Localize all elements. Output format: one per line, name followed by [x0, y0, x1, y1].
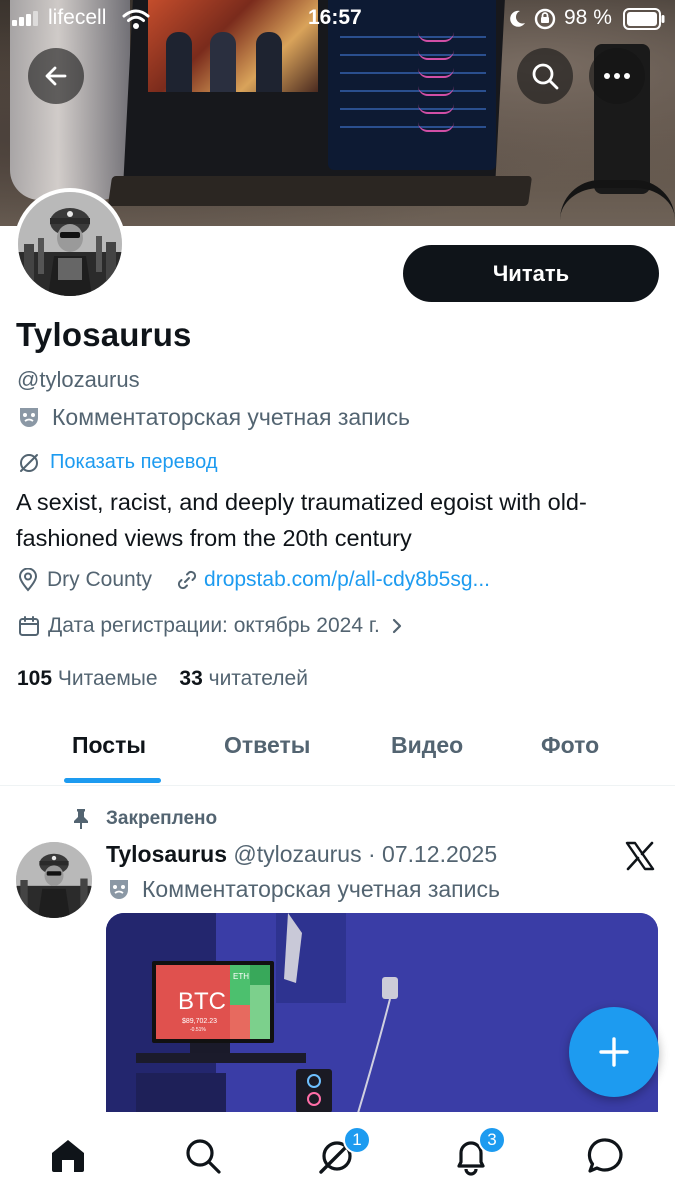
calendar-icon	[19, 616, 39, 636]
bottom-navigation: 1 3	[0, 1112, 675, 1200]
profile-location: Dry County	[47, 568, 153, 591]
join-date: Дата регистрации: октябрь 2024 г.	[48, 614, 380, 637]
followers-label: читателей	[208, 667, 308, 690]
nav-messages[interactable]	[584, 1134, 628, 1178]
battery-icon	[623, 8, 665, 30]
profile-website-link[interactable]: dropstab.com/p/all-cdy8b5sg...	[204, 568, 490, 592]
arrow-left-icon	[45, 66, 67, 86]
post-affiliation: Комментаторская учетная запись	[108, 876, 500, 903]
media-btc-price: $89,702.23	[182, 1018, 217, 1025]
following-count: 105	[17, 667, 53, 690]
grok-badge: 1	[343, 1126, 371, 1154]
translate-icon	[20, 453, 38, 472]
status-time: 16:57	[308, 6, 362, 29]
following-label: Читаемые	[57, 667, 158, 690]
status-bar: lifecell 16:57 98 %	[0, 0, 675, 38]
tab-videos[interactable]: Видео	[391, 732, 463, 759]
profile-handle: @tylozaurus	[17, 367, 140, 392]
post-separator: ·	[367, 841, 376, 867]
avatar-image	[18, 192, 122, 296]
home-icon	[52, 1140, 84, 1172]
join-date-row[interactable]: Дата регистрации: октябрь 2024 г.	[18, 614, 404, 638]
wifi-icon	[122, 9, 150, 29]
notifications-badge: 3	[478, 1126, 506, 1154]
affiliation-label: Комментаторская учетная запись	[52, 404, 410, 430]
parody-mask-icon	[20, 407, 38, 427]
affiliation-line[interactable]: Комментаторская учетная запись	[18, 404, 410, 431]
location-pin-icon	[18, 568, 38, 592]
post-author-name[interactable]: Tylosaurus	[106, 841, 227, 867]
plus-icon	[599, 1037, 629, 1067]
tab-photos[interactable]: Фото	[541, 732, 599, 759]
search-icon	[186, 1139, 221, 1174]
more-options-button[interactable]	[589, 48, 645, 104]
pin-icon	[74, 809, 88, 829]
nav-home[interactable]	[46, 1134, 90, 1178]
following-link[interactable]: 105 Читаемые	[17, 667, 158, 690]
search-icon	[532, 63, 559, 90]
post-header: Tylosaurus @tylozaurus · 07.12.2025	[106, 841, 497, 868]
battery-percent: 98 %	[564, 6, 612, 29]
nav-notifications[interactable]: 3	[449, 1126, 506, 1178]
banner-keyboard	[107, 176, 533, 206]
profile-name: Tylosaurus	[16, 316, 192, 353]
compose-post-button[interactable]	[569, 1007, 659, 1097]
cellular-signal-icon	[12, 10, 42, 26]
back-button[interactable]	[28, 48, 84, 104]
parody-mask-icon	[110, 879, 128, 899]
pinned-indicator: Закреплено	[72, 808, 217, 830]
post-affiliation-label: Комментаторская учетная запись	[142, 876, 500, 902]
media-photo: BTC $89,702.23 -0.51% ETH	[106, 913, 658, 1113]
carrier-name: lifecell	[48, 6, 107, 29]
avatar-image	[16, 842, 92, 918]
profile-avatar[interactable]	[14, 188, 126, 300]
post-author-avatar[interactable]	[16, 842, 92, 918]
chat-bubble-icon	[587, 1138, 623, 1173]
profile-bio: A sexist, racist, and deeply traumatized…	[16, 489, 587, 551]
post-date[interactable]: 07.12.2025	[382, 841, 497, 867]
media-btc-change: -0.51%	[190, 1027, 206, 1033]
show-translation-link[interactable]: Показать перевод	[18, 451, 218, 474]
tab-replies[interactable]: Ответы	[224, 732, 310, 759]
moon-icon	[510, 10, 525, 27]
orientation-lock-icon	[534, 8, 556, 30]
post-author-handle[interactable]: @tylozaurus	[233, 841, 361, 867]
tab-posts[interactable]: Посты	[72, 732, 146, 759]
nav-search[interactable]	[181, 1134, 225, 1178]
active-tab-indicator	[64, 778, 161, 783]
chevron-right-icon	[392, 618, 401, 634]
link-icon	[177, 570, 197, 590]
more-dots-icon	[604, 73, 630, 79]
profile-meta-row: Dry County dropstab.com/p/all-cdy8b5sg..…	[18, 568, 490, 592]
follow-counts: 105 Читаемые 33 читателей	[17, 667, 308, 691]
x-logo-icon[interactable]	[624, 840, 656, 872]
media-btc-label: BTC	[178, 988, 226, 1015]
media-eth-label: ETH	[233, 972, 249, 981]
followers-count: 33	[179, 667, 203, 690]
nav-grok[interactable]: 1	[315, 1126, 371, 1178]
pinned-label: Закреплено	[106, 808, 218, 829]
followers-link[interactable]: 33 читателей	[179, 667, 308, 690]
translate-label: Показать перевод	[50, 451, 218, 473]
follow-button[interactable]: Читать	[403, 245, 659, 302]
profile-tabs: Посты Ответы Видео Фото	[0, 720, 675, 786]
search-button[interactable]	[517, 48, 573, 104]
post-media-image[interactable]: BTC $89,702.23 -0.51% ETH	[106, 913, 658, 1113]
